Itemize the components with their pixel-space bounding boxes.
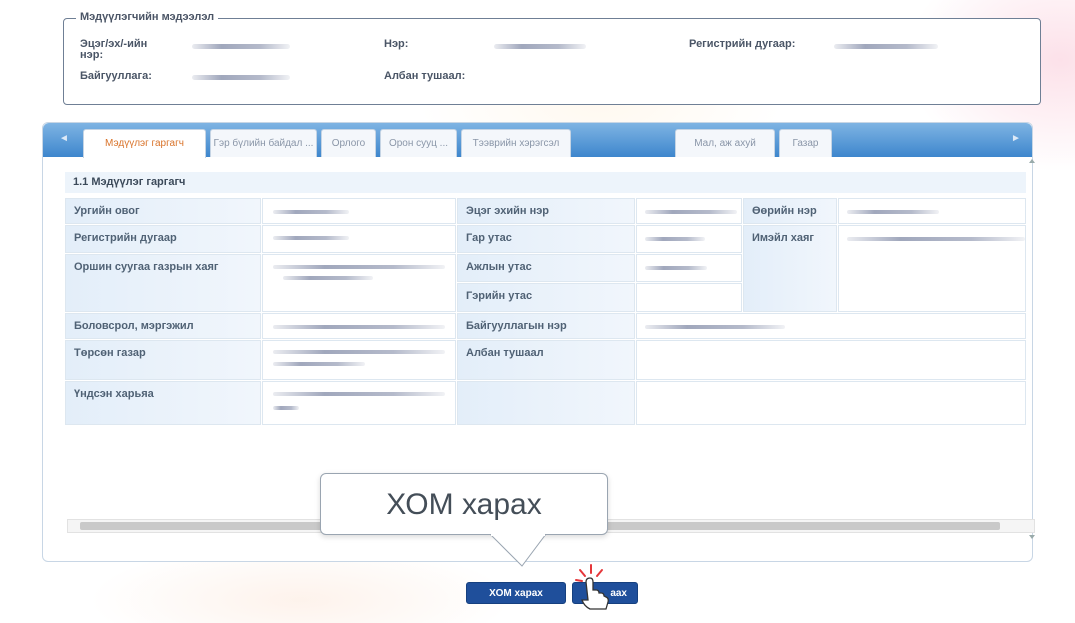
work-phone-value (636, 254, 742, 282)
empty-label-cell (457, 381, 635, 425)
tab-scroll-right-icon[interactable]: ► (1011, 133, 1021, 144)
email-value (838, 225, 1026, 312)
scroll-arrows-icon (1029, 159, 1035, 539)
education-label: Боловсрол, мэргэжил (65, 313, 261, 339)
tab-declarant[interactable]: Мэдүүлэг гаргагч (83, 129, 206, 158)
family-name-value (262, 198, 456, 224)
tab-family[interactable]: Гэр бүлийн байдал ... (210, 129, 317, 157)
own-name-value (838, 198, 1026, 224)
address-label: Оршин суугаа газрын хаяг (65, 254, 261, 312)
position-field-value (636, 340, 1026, 380)
email-label: Имэйл хаяг (743, 225, 837, 312)
address-blur-2 (283, 276, 373, 280)
father-name-field-label: Эцэг эхийн нэр (457, 198, 635, 224)
view-callout: ХОМ харах (320, 473, 608, 535)
address-value (262, 254, 456, 312)
home-phone-value (636, 283, 742, 312)
own-name-label: Өөрийн нэр (743, 198, 837, 224)
workplace-value (636, 313, 1026, 339)
tab-land[interactable]: Газар (779, 129, 832, 157)
father-blur (645, 210, 737, 214)
empty-value-cell (636, 381, 1026, 425)
father-name-field-value (636, 198, 742, 224)
birthplace-label: Төрсөн газар (65, 340, 261, 380)
position-field-label: Албан тушаал (457, 340, 635, 380)
position-label: Албан тушаал: (384, 70, 466, 82)
register-label: Регистрийн дугаар: (689, 38, 796, 50)
mobile-label: Гар утас (457, 225, 635, 253)
panel-legend: Мэдүүлэгчийн мэдээлэл (76, 11, 219, 23)
tab-vehicles[interactable]: Тээврийн хэрэгсэл (461, 129, 571, 157)
education-value (262, 313, 456, 339)
ethnicity-value (262, 381, 456, 425)
pointer-hand-icon (575, 564, 609, 610)
vertical-scrollbar[interactable] (1029, 159, 1035, 539)
home-phone-label: Гэрийн утас (457, 283, 635, 312)
family-name-blur (273, 210, 349, 214)
education-blur (273, 325, 445, 329)
view-hom-button[interactable]: ХОМ харах (466, 582, 566, 604)
register-value (834, 44, 938, 49)
mobile-blur (645, 237, 705, 241)
tab-livestock[interactable]: Мал, аж ахуй (675, 129, 775, 157)
mobile-value (636, 225, 742, 253)
birthplace-value (262, 340, 456, 380)
organization-value (192, 75, 290, 80)
tab-scroll-left-icon[interactable]: ◄ (59, 133, 69, 144)
work-phone-label: Ажлын утас (457, 254, 635, 282)
work-phone-blur (645, 266, 707, 270)
workplace-blur (645, 325, 785, 329)
register-field-value (262, 225, 456, 253)
father-name-value (192, 44, 290, 49)
address-blur-1 (273, 265, 445, 269)
register-blur (273, 236, 349, 240)
declarant-info-panel: Мэдүүлэгчийн мэдээлэл Эцэг/эх/-ийн нэр: … (63, 11, 1041, 105)
ethnicity-blur-1 (273, 392, 445, 396)
callout-tail-icon (489, 534, 547, 567)
name-label: Нэр: (384, 38, 409, 50)
section-title: 1.1 Мэдүүлэг гаргагч (65, 172, 1026, 193)
tab-income[interactable]: Орлого (321, 129, 376, 157)
email-blur (847, 237, 1025, 241)
ethnicity-label: Үндсэн харьяа (65, 381, 261, 425)
organization-label: Байгууллага: (80, 70, 152, 82)
name-value (494, 44, 586, 49)
tab-housing[interactable]: Орон сууц ... (380, 129, 457, 157)
birthplace-blur-1 (273, 350, 445, 354)
ethnicity-blur-2 (273, 406, 299, 410)
family-name-label: Ургийн овог (65, 198, 261, 224)
birthplace-blur-2 (273, 362, 365, 366)
tab-bar: ◄ ► Мэдүүлэг гаргагч Гэр бүлийн байдал .… (43, 123, 1032, 158)
father-name-label: Эцэг/эх/-ийн нэр: (80, 38, 148, 61)
own-name-blur (847, 210, 939, 214)
register-field-label: Регистрийн дугаар (65, 225, 261, 253)
workplace-label: Байгууллагын нэр (457, 313, 635, 339)
